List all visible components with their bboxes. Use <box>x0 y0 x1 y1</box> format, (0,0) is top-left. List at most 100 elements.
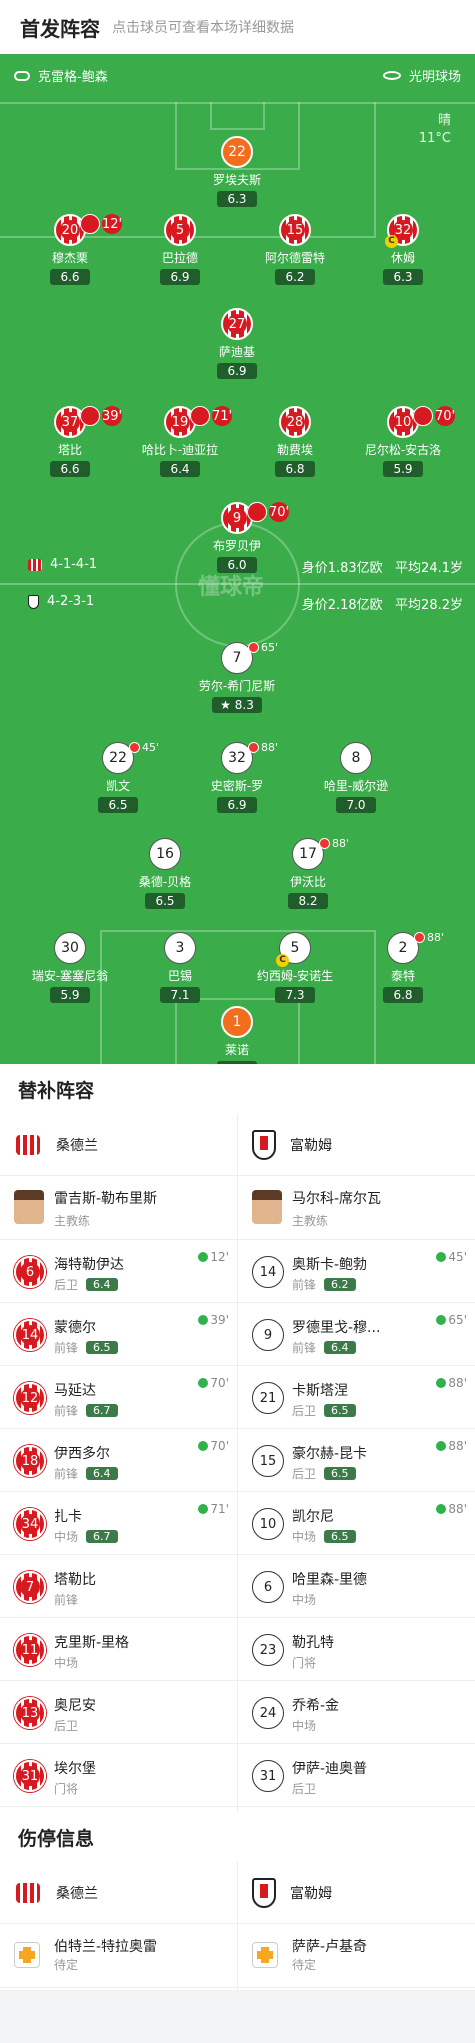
home-formation: 4-1-4-1 <box>28 557 97 572</box>
home-sub-row[interactable]: 6 海特勒伊达 后卫 6.4 12' <box>0 1240 237 1303</box>
away-sub-row[interactable]: 15 豪尔赫-昆卡 后卫 6.5 88' <box>238 1429 475 1492</box>
player-name: 塔勒比 <box>54 1572 96 1588</box>
player-name: 劳尔-希门尼斯 <box>198 679 276 693</box>
away-player[interactable]: 7 65' 劳尔-希门尼斯 ★ 8.3 <box>162 641 312 713</box>
home-sub-row[interactable]: 7 塔勒比 前锋 <box>0 1555 237 1618</box>
player-number: 14 <box>252 1256 284 1288</box>
home-coach-row[interactable]: 雷吉斯-勒布里斯 主教练 <box>0 1176 237 1240</box>
substitution-icon <box>248 742 259 753</box>
injury-status: 待定 <box>292 1958 317 1972</box>
player-name: 伊萨-迪奥普 <box>292 1761 368 1777</box>
player-name: 哈里森-里德 <box>292 1572 368 1588</box>
player-number: 7 <box>14 1571 46 1603</box>
away-player[interactable]: 2 88' 泰特 6.8 <box>328 931 475 1003</box>
substitution-icon <box>413 406 433 426</box>
player-position: 后卫 <box>292 1782 317 1796</box>
player-number: 22 <box>221 136 253 168</box>
home-sub-row[interactable]: 11 克里斯-里格 中场 <box>0 1618 237 1681</box>
subs-away-team[interactable]: 富勒姆 <box>238 1114 475 1176</box>
injury-home-team[interactable]: 桑德兰 <box>0 1862 237 1924</box>
away-coach-row[interactable]: 马尔科-席尔瓦 主教练 <box>238 1176 475 1240</box>
home-sub-row[interactable]: 18 伊西多尔 前锋 6.4 70' <box>0 1429 237 1492</box>
sub-event: 88' <box>414 931 444 944</box>
player-name: 海特勒伊达 <box>54 1257 124 1273</box>
sub-in-time: 45' <box>436 1250 467 1264</box>
player-number: 37 39' <box>54 406 122 438</box>
sunderland-crest-icon <box>28 558 42 571</box>
player-number: 9 70' <box>221 502 289 534</box>
home-sub-row[interactable]: 31 埃尔堡 门将 <box>0 1744 237 1807</box>
home-coach-role: 主教练 <box>54 1214 91 1228</box>
sub-in-icon <box>198 1315 209 1325</box>
player-number: 28 <box>279 406 311 438</box>
player-rating: 6.4 <box>86 1278 118 1291</box>
home-player[interactable]: 9 70' 布罗贝伊 6.0 <box>162 502 312 573</box>
home-player[interactable]: 22 罗埃夫斯 6.3 <box>162 136 312 207</box>
player-rating: 6.5 <box>324 1467 356 1480</box>
away-sub-row[interactable]: 6 哈里森-里德 中场 <box>238 1555 475 1618</box>
player-rating: 6.3 <box>383 269 423 285</box>
injury-icon <box>252 1942 278 1968</box>
player-position: 中场 <box>54 1656 79 1670</box>
away-player[interactable]: 17 88' 伊沃比 8.2 <box>233 837 383 909</box>
home-sub-row[interactable]: 13 奥尼安 后卫 <box>0 1681 237 1744</box>
sub-event: 70' <box>413 406 455 426</box>
home-player[interactable]: 10 70' 尼尔松-安古洛 5.9 <box>328 406 475 477</box>
player-number: 7 65' <box>221 641 278 674</box>
player-name: 罗埃夫斯 <box>212 173 261 187</box>
player-position: 门将 <box>292 1656 317 1670</box>
injury-away-team[interactable]: 富勒姆 <box>238 1862 475 1924</box>
away-sub-row[interactable]: 31 伊萨-迪奥普 后卫 <box>238 1744 475 1807</box>
coach-name: 克雷格-鲍森 <box>38 70 108 85</box>
player-name: 奥尼安 <box>54 1698 96 1714</box>
away-player[interactable]: 8 哈里-威尔逊 7.0 <box>281 742 431 813</box>
weather-condition: 晴 <box>437 113 451 128</box>
sub-in-icon <box>436 1252 447 1262</box>
player-rating: 6.3 <box>217 191 257 207</box>
sub-in-icon <box>436 1315 447 1325</box>
player-number: 12 <box>14 1382 46 1414</box>
weather: 晴 11°C <box>419 112 451 148</box>
player-number: 14 <box>14 1319 46 1351</box>
player-rating: 5.9 <box>383 461 423 477</box>
home-sub-row[interactable]: 14 蒙德尔 前锋 6.5 39' <box>0 1303 237 1366</box>
player-rating: 6.8 <box>383 987 423 1003</box>
player-rating: 6.9 <box>217 363 257 379</box>
substitution-icon <box>80 406 100 426</box>
player-rating: 6.6 <box>50 269 90 285</box>
player-number: 8 <box>340 742 372 774</box>
home-player[interactable]: 27 萨迪基 6.9 <box>162 308 312 379</box>
away-sub-row[interactable]: 23 勒孔特 门将 <box>238 1618 475 1681</box>
injury-away-row[interactable]: 萨萨-卢基奇 待定 <box>238 1924 475 1988</box>
sub-in-time: 65' <box>436 1313 467 1327</box>
subs-title: 替补阵容 <box>0 1064 475 1114</box>
sub-in-time: 70' <box>198 1376 229 1390</box>
injury-home-row[interactable]: 伯特兰-特拉奥雷 待定 <box>0 1924 237 1988</box>
player-rating: 6.4 <box>160 461 200 477</box>
player-number: 32 88' <box>221 741 278 774</box>
away-player[interactable]: 1莱诺6.4 <box>162 1006 312 1064</box>
away-sub-row[interactable]: 10 凯尔尼 中场 6.5 88' <box>238 1492 475 1555</box>
away-sub-row[interactable]: 24 乔希-金 中场 <box>238 1681 475 1744</box>
player-number: 21 <box>252 1382 284 1414</box>
player-position: 前锋 6.5 <box>54 1339 118 1356</box>
fulham-crest-icon <box>252 1130 276 1160</box>
away-sub-row[interactable]: 21 卡斯塔涅 后卫 6.5 88' <box>238 1366 475 1429</box>
player-position: 前锋 6.2 <box>292 1276 356 1293</box>
away-player[interactable]: 16 桑德-贝格 6.5 <box>90 838 240 909</box>
away-sub-row[interactable]: 9 罗德里戈-穆... 前锋 6.4 65' <box>238 1303 475 1366</box>
player-name: 乔希-金 <box>292 1698 340 1714</box>
home-sub-row[interactable]: 34 扎卡 中场 6.7 71' <box>0 1492 237 1555</box>
coach[interactable]: 克雷格-鲍森 <box>14 66 108 85</box>
player-rating: 6.6 <box>50 461 90 477</box>
player-number: 18 <box>14 1445 46 1477</box>
away-sub-row[interactable]: 14 奥斯卡-鲍勃 前锋 6.2 45' <box>238 1240 475 1303</box>
away-value: 身价2.18亿欧 平均28.2岁 <box>301 598 463 613</box>
home-sub-row[interactable]: 12 马延达 前锋 6.7 70' <box>0 1366 237 1429</box>
player-name: 蒙德尔 <box>54 1320 96 1336</box>
player-number: 23 <box>252 1634 284 1666</box>
player-name: 伊西多尔 <box>54 1446 110 1462</box>
player-name: 休姆 <box>390 251 415 265</box>
home-player[interactable]: 32 C 休姆 6.3 <box>328 214 475 285</box>
subs-home-team[interactable]: 桑德兰 <box>0 1114 237 1176</box>
